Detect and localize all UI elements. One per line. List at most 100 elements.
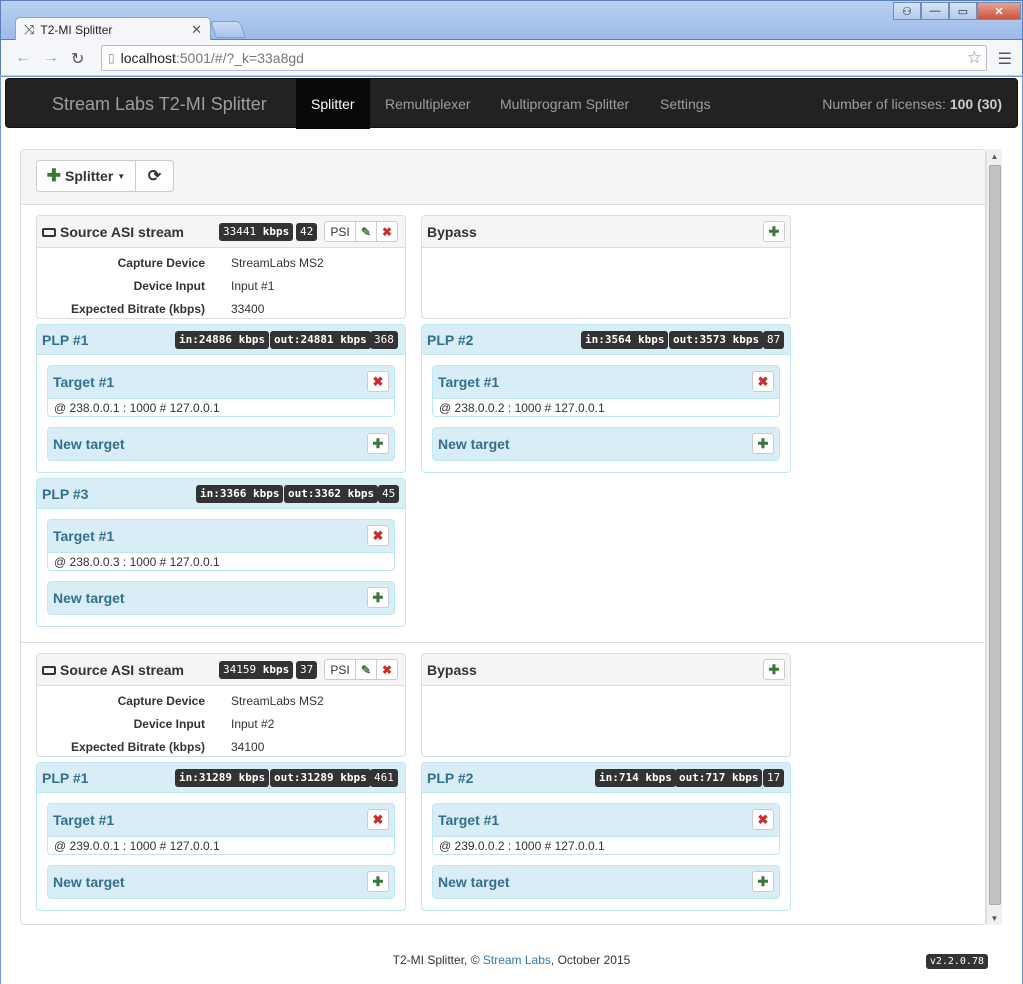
scroll-down-icon[interactable]: ▼: [987, 911, 1002, 925]
plus-icon: ✚: [757, 435, 769, 451]
remove-source-button[interactable]: ✖: [376, 659, 398, 680]
bitrate-value: 34159: [223, 663, 257, 676]
stream-labs-link[interactable]: Stream Labs: [483, 953, 551, 967]
plp-count-badge: 368: [370, 331, 398, 349]
plp-unit: kbps: [347, 487, 375, 500]
remove-target-button[interactable]: ✖: [752, 809, 774, 830]
plp-out-badge: out:717 kbps: [675, 769, 763, 787]
target-title: Target #1: [53, 812, 115, 828]
plp-in-badge: in:3564 kbps: [581, 331, 669, 349]
plp-in: in:3564: [585, 333, 632, 346]
info-label: Capture Device: [117, 256, 205, 270]
add-bypass-button[interactable]: ✚: [763, 221, 785, 242]
close-window-button[interactable]: ✕: [977, 2, 1021, 20]
reload-icon[interactable]: ↻: [71, 49, 84, 69]
new-tab-button[interactable]: [209, 21, 247, 38]
plp-in: in:714: [599, 771, 639, 784]
remove-source-button[interactable]: ✖: [376, 221, 398, 242]
scroll-up-icon[interactable]: ▲: [987, 149, 1002, 163]
info-row: Capture Device StreamLabs MS2: [37, 256, 405, 274]
remove-icon: ✖: [372, 373, 384, 389]
remove-target-button[interactable]: ✖: [367, 809, 389, 830]
url-path: :5001/#/?_k=33a8gd: [175, 50, 304, 66]
add-target-button[interactable]: ✚: [752, 433, 774, 454]
splitter-toolbar: ✚ Splitter ▼ ⟳: [21, 150, 985, 205]
user-icon[interactable]: ⚇: [893, 2, 921, 20]
bitrate-badge: 33441 kbps: [219, 223, 294, 241]
plus-icon: ✚: [372, 873, 384, 889]
add-target-button[interactable]: ✚: [752, 871, 774, 892]
back-arrow-icon[interactable]: ←: [15, 49, 31, 67]
edit-button[interactable]: ✎: [355, 659, 377, 680]
nav-multiprogram-splitter[interactable]: Multiprogram Splitter: [485, 79, 644, 129]
browser-tab[interactable]: ⤨ T2-MI Splitter ✕: [15, 17, 211, 42]
brand[interactable]: Stream Labs T2-MI Splitter: [52, 94, 267, 115]
edit-icon: ✎: [360, 224, 372, 239]
nav-settings[interactable]: Settings: [645, 79, 726, 129]
nav-remultiplexer[interactable]: Remultiplexer: [370, 79, 486, 129]
plp-in-badge: in:31289 kbps: [175, 769, 270, 787]
menu-icon[interactable]: ☰: [998, 49, 1012, 69]
info-label: Expected Bitrate (kbps): [70, 302, 205, 316]
new-target-panel: New target ✚: [432, 427, 780, 461]
footer-prefix: T2-MI Splitter, ©: [392, 953, 483, 967]
plp-count-badge: 17: [763, 769, 785, 787]
tab-title: T2-MI Splitter: [40, 23, 113, 37]
address-bar[interactable]: ▯ localhost:5001/#/?_k=33a8gd ☆: [101, 45, 987, 71]
new-target-title: New target: [438, 436, 510, 452]
forward-arrow-icon[interactable]: →: [43, 49, 59, 67]
licenses-info: Number of licenses: 100 (30): [822, 96, 1002, 112]
remove-target-button[interactable]: ✖: [367, 525, 389, 546]
target-title: Target #1: [53, 528, 115, 544]
close-tab-icon[interactable]: ✕: [191, 22, 202, 38]
plp-out-badge: out:24881 kbps: [270, 331, 371, 349]
bypass-panel: Bypass ✚: [421, 215, 791, 319]
add-target-button[interactable]: ✚: [367, 587, 389, 608]
plp-unit: kbps: [637, 333, 665, 346]
psi-button[interactable]: PSI: [324, 659, 356, 680]
info-row: Expected Bitrate (kbps) 33400: [37, 302, 405, 318]
splitter-container: ✚ Splitter ▼ ⟳ Source ASI stream 33441 kbp…: [20, 149, 986, 925]
bypass-title: Bypass: [427, 662, 477, 678]
plp-panel: PLP #1 in:24886 kbps out:24881 kbps 368 …: [36, 324, 406, 473]
maximize-button[interactable]: ▭: [949, 2, 977, 20]
plus-icon: ✚: [768, 661, 780, 677]
target-detail: @ 239.0.0.2 : 1000 # 127.0.0.1: [433, 836, 779, 854]
page-icon: ▯: [108, 51, 115, 65]
add-target-button[interactable]: ✚: [367, 433, 389, 454]
bitrate-badge: 34159 kbps: [219, 661, 294, 679]
scroll-thumb[interactable]: [989, 165, 1001, 905]
plp-unit: kbps: [731, 771, 759, 784]
refresh-button[interactable]: ⟳: [135, 160, 174, 192]
licenses-value: 100 (30): [949, 96, 1002, 112]
plp-in-badge: in:24886 kbps: [175, 331, 270, 349]
minimize-button[interactable]: —: [921, 2, 949, 20]
plus-icon: ✚: [768, 223, 780, 239]
plp-unit: kbps: [340, 771, 367, 784]
plp-in-badge: in:714 kbps: [595, 769, 676, 787]
plp-in: in:3366: [200, 487, 247, 500]
plp-panel: PLP #1 in:31289 kbps out:31289 kbps 461 …: [36, 762, 406, 911]
source-title-text: Source ASI stream: [60, 662, 184, 678]
bookmark-star-icon[interactable]: ☆: [967, 48, 982, 68]
target-title: Target #1: [438, 812, 500, 828]
edit-button[interactable]: ✎: [355, 221, 377, 242]
source-title-text: Source ASI stream: [60, 224, 184, 240]
add-bypass-button[interactable]: ✚: [763, 659, 785, 680]
psi-button[interactable]: PSI: [324, 221, 356, 242]
plp-title: PLP #3: [42, 486, 89, 502]
add-splitter-button[interactable]: ✚ Splitter ▼: [36, 160, 136, 192]
remove-target-button[interactable]: ✖: [752, 371, 774, 392]
remove-target-button[interactable]: ✖: [367, 371, 389, 392]
scrollbar[interactable]: ▲ ▼: [986, 149, 1002, 925]
bitrate-unit: kbps: [262, 225, 290, 238]
plp-title: PLP #2: [427, 332, 474, 348]
source-title: Source ASI stream: [42, 662, 184, 678]
url-host: localhost: [120, 50, 176, 66]
plp-count-badge: 87: [763, 331, 785, 349]
add-target-button[interactable]: ✚: [367, 871, 389, 892]
info-row: Device Input Input #2: [37, 717, 405, 735]
info-label: Device Input: [133, 717, 205, 731]
info-value: StreamLabs MS2: [231, 256, 324, 270]
nav-splitter[interactable]: Splitter: [296, 79, 370, 129]
